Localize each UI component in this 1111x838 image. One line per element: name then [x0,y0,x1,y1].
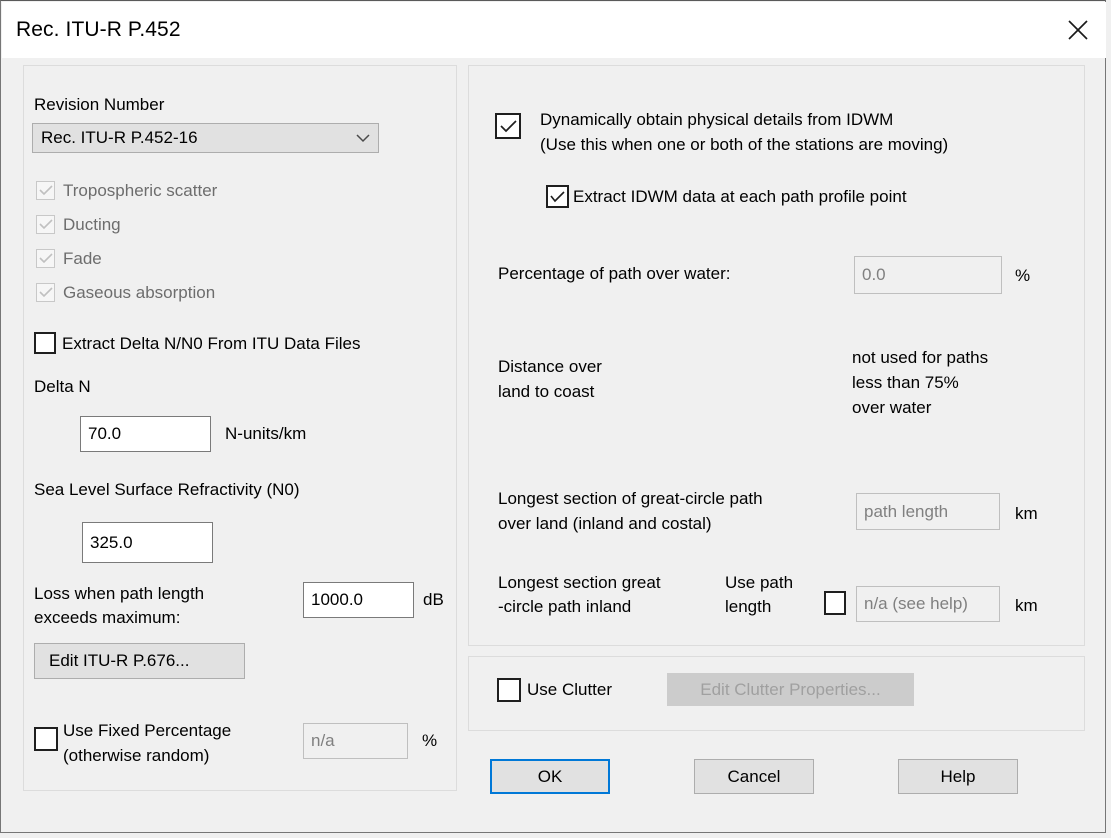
label-delta-n: Delta N [34,377,91,396]
revision-number-value: Rec. ITU-R P.452-16 [41,128,198,147]
close-icon [1065,17,1091,43]
revision-number-label: Revision Number [34,95,165,114]
label-extract-delta-n: Extract Delta N/N0 From ITU Data Files [62,334,361,353]
title-bar: Rec. ITU-R P.452 [2,2,1106,58]
edit-itu-p676-button[interactable]: Edit ITU-R P.676... [34,643,245,679]
help-button[interactable]: Help [898,759,1018,794]
close-button[interactable] [1050,2,1106,58]
checkbox-extract-idwm[interactable] [546,185,569,208]
label-distance-coast-line2: land to coast [498,382,595,401]
label-dynamic-idwm-line1: Dynamically obtain physical details from… [540,110,894,129]
label-delta-n-units: N-units/km [225,424,307,443]
checkbox-use-fixed-percentage[interactable] [34,727,58,751]
revision-number-select[interactable]: Rec. ITU-R P.452-16 [32,123,379,153]
edit-clutter-properties-button: Edit Clutter Properties... [667,673,914,706]
label-loss-line1: Loss when path length [34,584,205,603]
delta-n-input[interactable]: 70.0 [80,416,211,452]
label-sea-level-refractivity: Sea Level Surface Refractivity (N0) [34,480,300,499]
loss-value-input[interactable]: 1000.0 [303,582,414,618]
label-percentage-path-water: Percentage of path over water: [498,264,731,283]
label-longest-inland-line1: Longest section great [498,573,661,592]
label-use-fixed-percentage-line1: Use Fixed Percentage [63,721,232,740]
label-longest-inland-units: km [1015,596,1038,615]
window-title: Rec. ITU-R P.452 [16,18,181,41]
checkbox-use-clutter[interactable] [497,678,521,702]
label-fade: Fade [63,249,102,268]
label-longest-land-units: km [1015,504,1038,523]
label-tropospheric-scatter: Tropospheric scatter [63,181,218,200]
label-use-path-length-line1: Use path [725,573,794,592]
label-longest-inland-line2: -circle path inland [498,597,632,616]
label-longest-land-line1: Longest section of great-circle path [498,489,763,508]
checkbox-extract-delta-n[interactable] [34,332,56,354]
label-fixed-percentage-units: % [422,731,438,750]
checkbox-dynamic-idwm[interactable] [495,113,521,139]
fixed-percentage-input[interactable]: n/a [303,723,408,759]
dialog-window: Rec. ITU-R P.452 Revision Number Rec. IT… [0,0,1106,833]
checkbox-gaseous-absorption [36,283,55,302]
percentage-path-water-input[interactable]: 0.0 [854,256,1002,294]
checkbox-tropospheric-scatter [36,181,55,200]
checkbox-fade [36,249,55,268]
ok-button[interactable]: OK [490,759,610,794]
checkbox-ducting [36,215,55,234]
note-not-used-line3: over water [852,398,932,417]
label-extract-idwm: Extract IDWM data at each path profile p… [573,187,907,206]
label-longest-land-line2: over land (inland and costal) [498,514,712,533]
label-distance-coast-line1: Distance over [498,357,602,376]
label-use-fixed-percentage-line2: (otherwise random) [63,746,210,765]
note-not-used-line1: not used for paths [852,348,989,367]
label-loss-line2: exceeds maximum: [34,608,181,627]
label-gaseous-absorption: Gaseous absorption [63,283,216,302]
label-use-path-length-line2: length [725,597,772,616]
checkbox-use-path-length[interactable] [824,591,846,615]
note-not-used-line2: less than 75% [852,373,959,392]
chevron-down-icon [348,133,378,143]
label-percentage-path-water-units: % [1015,266,1031,285]
sea-level-refractivity-input[interactable]: 325.0 [82,522,213,563]
cancel-button[interactable]: Cancel [694,759,814,794]
label-ducting: Ducting [63,215,121,234]
longest-land-input[interactable]: path length [856,493,1000,530]
label-use-clutter: Use Clutter [527,680,613,699]
label-loss-units: dB [423,590,444,609]
label-dynamic-idwm-line2: (Use this when one or both of the statio… [540,135,949,154]
longest-inland-input[interactable]: n/a (see help) [856,586,1000,622]
